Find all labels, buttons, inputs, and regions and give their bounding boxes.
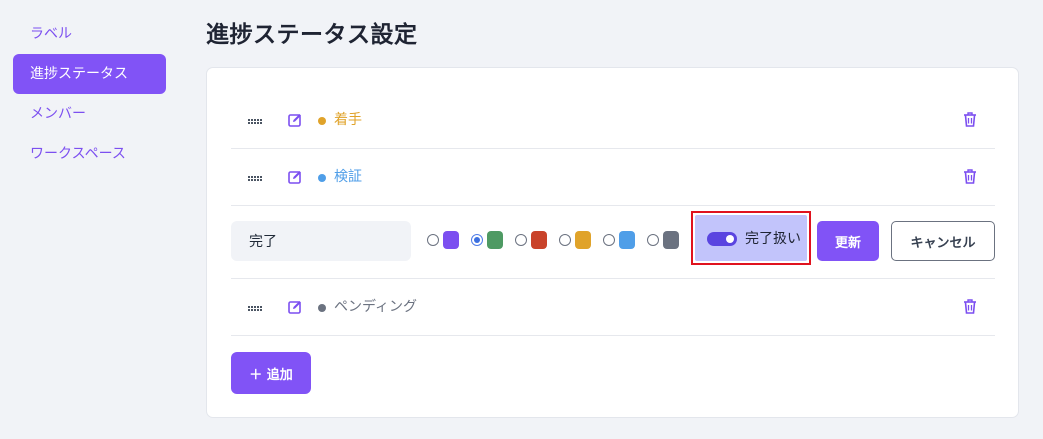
done-toggle-highlight: 完了扱い bbox=[691, 211, 811, 265]
color-radio[interactable] bbox=[471, 234, 483, 246]
cancel-button[interactable]: キャンセル bbox=[891, 221, 995, 261]
status-label: 検証 bbox=[334, 169, 362, 185]
toggle-switch[interactable] bbox=[707, 232, 737, 246]
status-row: 検証 bbox=[231, 149, 995, 206]
color-swatch bbox=[531, 231, 547, 249]
color-swatch bbox=[575, 231, 591, 249]
color-option-gray[interactable] bbox=[647, 231, 687, 249]
sidebar: ラベル 進捗ステータス メンバー ワークスペース bbox=[13, 14, 166, 174]
color-option-blue[interactable] bbox=[603, 231, 643, 249]
add-status-button[interactable]: ＋ 追加 bbox=[231, 352, 311, 394]
drag-handle-icon[interactable] bbox=[248, 176, 262, 181]
color-option-red[interactable] bbox=[515, 231, 555, 249]
color-swatch bbox=[663, 231, 679, 249]
color-option-orange[interactable] bbox=[559, 231, 599, 249]
sidebar-item-labels[interactable]: ラベル bbox=[13, 14, 166, 54]
page-title: 進捗ステータス設定 bbox=[206, 22, 418, 48]
done-toggle-label: 完了扱い bbox=[745, 231, 801, 247]
status-row: 着手 bbox=[231, 92, 995, 149]
status-label: 着手 bbox=[334, 112, 362, 128]
status-color-dot bbox=[318, 117, 326, 125]
status-row: ペンディング bbox=[231, 279, 995, 336]
done-toggle[interactable]: 完了扱い bbox=[695, 215, 807, 261]
status-edit-row: 完了扱い 更新 キャンセル bbox=[231, 206, 995, 279]
color-radio[interactable] bbox=[647, 234, 659, 246]
status-color-dot bbox=[318, 304, 326, 312]
sidebar-item-workspace[interactable]: ワークスペース bbox=[13, 134, 166, 174]
trash-icon[interactable] bbox=[962, 298, 978, 315]
sidebar-item-progress-status[interactable]: 進捗ステータス bbox=[13, 54, 166, 94]
color-swatch bbox=[443, 231, 459, 249]
status-label: ペンディング bbox=[334, 299, 418, 315]
drag-handle-icon[interactable] bbox=[248, 306, 262, 311]
color-radio[interactable] bbox=[559, 234, 571, 246]
color-option-green[interactable] bbox=[471, 231, 511, 249]
trash-icon[interactable] bbox=[962, 111, 978, 128]
sidebar-item-members[interactable]: メンバー bbox=[13, 94, 166, 134]
status-name-input[interactable] bbox=[231, 221, 411, 261]
color-radio[interactable] bbox=[603, 234, 615, 246]
drag-handle-icon[interactable] bbox=[248, 119, 262, 124]
edit-icon[interactable] bbox=[287, 112, 303, 128]
update-button[interactable]: 更新 bbox=[817, 221, 879, 261]
status-settings-card: 着手 検証 完了 完了扱い 更新 キャンセル ペンディング ＋ 追加 bbox=[206, 67, 1019, 418]
color-radio[interactable] bbox=[427, 234, 439, 246]
color-swatch bbox=[619, 231, 635, 249]
color-option-purple[interactable] bbox=[427, 231, 467, 249]
trash-icon[interactable] bbox=[962, 168, 978, 185]
edit-icon[interactable] bbox=[287, 299, 303, 315]
color-radio[interactable] bbox=[515, 234, 527, 246]
status-color-dot bbox=[318, 174, 326, 182]
edit-icon[interactable] bbox=[287, 169, 303, 185]
color-swatch bbox=[487, 231, 503, 249]
